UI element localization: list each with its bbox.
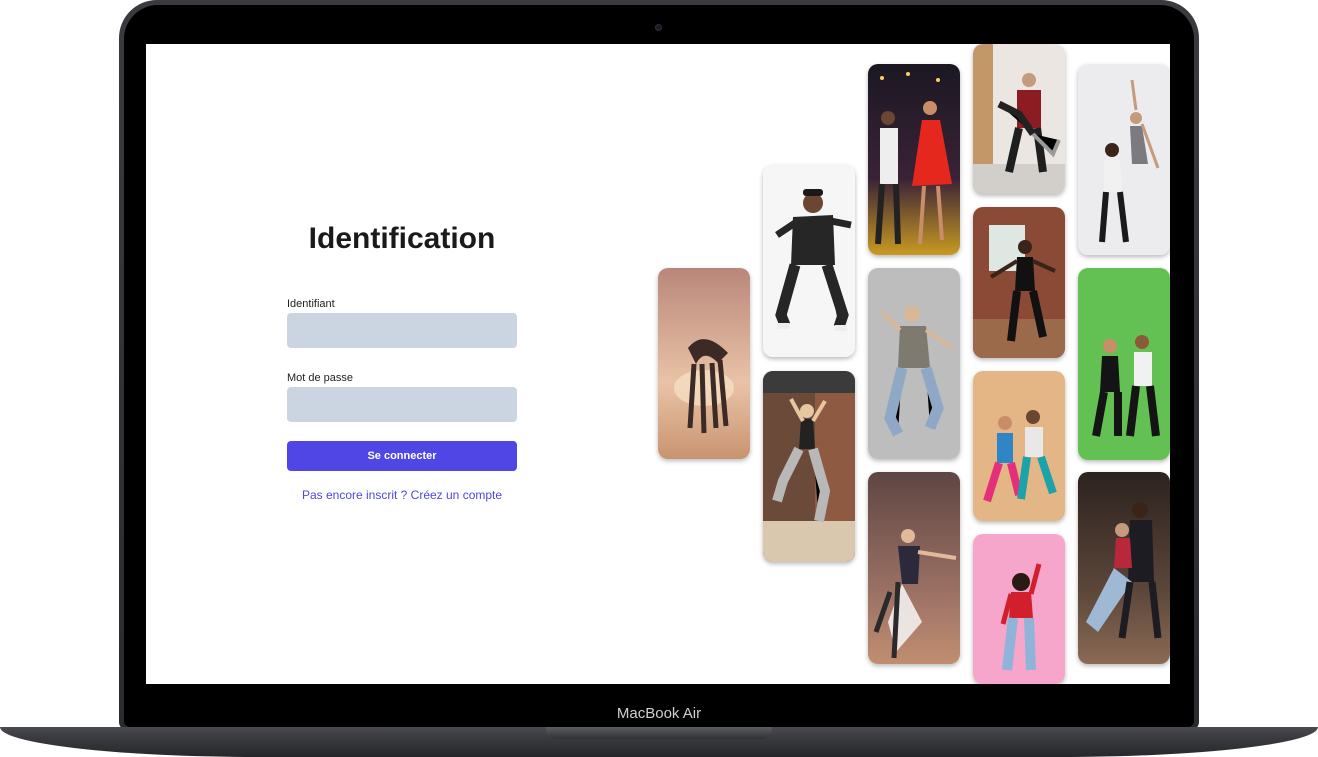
laptop-hinge-notch	[546, 727, 772, 739]
login-button[interactable]: Se connecter	[287, 441, 517, 471]
tango-couple-photo	[1078, 472, 1170, 664]
retro-duo-dancers-photo	[973, 371, 1065, 521]
username-field[interactable]	[287, 313, 517, 348]
camera-icon	[655, 24, 662, 31]
dancer-brick-room-photo	[973, 207, 1065, 358]
device-brand-label: MacBook Air	[616, 705, 702, 722]
duo-green-screen-photo	[1078, 268, 1170, 460]
duo-dance-sunset-photo	[658, 268, 750, 459]
ballet-duo-photo	[868, 472, 960, 664]
jumping-dancer-gray-photo	[868, 268, 960, 459]
username-label: Identifiant	[287, 298, 335, 310]
salsa-couple-stage-photo	[868, 64, 960, 255]
lift-duo-white-photo	[1078, 64, 1170, 255]
couple-dance-loft-photo	[973, 44, 1065, 194]
device-mockup: Identification Identifiant Mot de passe …	[0, 0, 1318, 757]
password-field[interactable]	[287, 387, 517, 422]
app-screen: Identification Identifiant Mot de passe …	[146, 44, 1170, 684]
jumping-dancer-loft-photo	[763, 371, 855, 562]
dancer-pink-background-photo	[973, 534, 1065, 684]
password-label: Mot de passe	[287, 372, 354, 384]
hiphop-dancer-photo	[763, 165, 855, 357]
page-title: Identification	[308, 222, 496, 255]
register-link[interactable]: Pas encore inscrit ? Créez un compte	[287, 488, 517, 502]
